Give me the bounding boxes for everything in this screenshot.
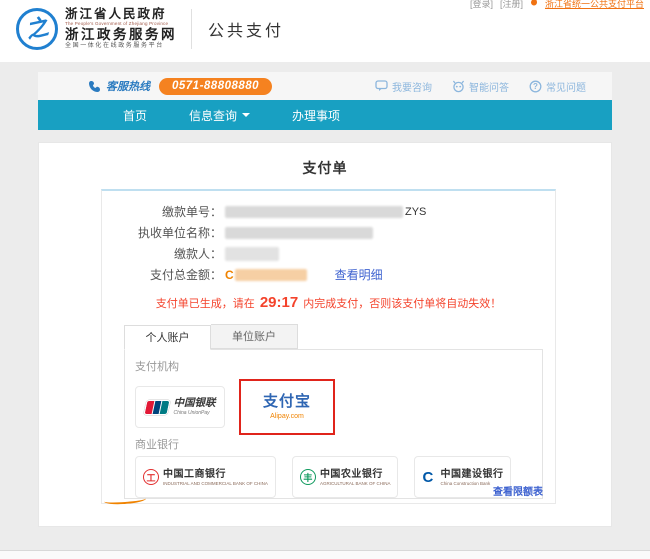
gov-title: 浙江省人民政府 (65, 8, 177, 21)
faq-link[interactable]: ? 常见问题 (529, 79, 586, 94)
flame-icon (530, 0, 538, 6)
banks-label: 商业银行 (135, 436, 532, 452)
chevron-down-icon (242, 113, 250, 117)
method-unionpay[interactable]: 中国银联 China UnionPay (135, 386, 225, 428)
field-label: 缴款单号： (102, 203, 222, 220)
bank-name: 中国建设银行 (440, 469, 503, 481)
payment-card: 支付单 缴款单号： ZYS 执收单位名称： 缴款人： 支付总金额： (38, 142, 612, 527)
register-link[interactable]: [注册] (500, 0, 523, 10)
top-links: [登录] [注册] 浙江省统一公共支付平台 (470, 0, 644, 10)
phone-icon (88, 80, 101, 93)
main-nav: 首页 信息查询 办理事项 (38, 100, 612, 130)
nav-item-info-query[interactable]: 信息查询 (176, 107, 263, 124)
method-caption: China UnionPay (174, 410, 216, 416)
bank-icbc[interactable]: 工 中国工商银行 INDUSTRIAL AND COMMERCIAL BANK … (135, 456, 276, 498)
redacted-value (225, 227, 373, 239)
tab-personal-account[interactable]: 个人账户 (124, 325, 211, 350)
nav-item-home[interactable]: 首页 (110, 107, 160, 124)
brand-text: 浙江省人民政府 The People's Government of Zheji… (65, 8, 177, 49)
content-wrapper: 客服热线 0571-88808880 我要咨询 智能问答 (38, 72, 612, 527)
page-title: 公共支付 (208, 17, 284, 41)
bank-name: 中国工商银行 (163, 469, 268, 481)
unionpay-flag-icon (143, 400, 170, 415)
redacted-amount (235, 269, 307, 281)
consult-label: 我要咨询 (392, 79, 432, 94)
portal-title: 浙江政务服务网 (65, 28, 177, 42)
portal-tagline: 全国一体化在线政务服务平台 (65, 43, 177, 49)
bank-caption: AGRICULTURAL BANK OF CHINA (320, 481, 391, 486)
login-link[interactable]: [登录] (470, 0, 493, 10)
field-row-payer: 缴款人： (102, 243, 555, 264)
method-name: 中国银联 (174, 398, 216, 410)
chat-bubble-icon (375, 80, 388, 92)
banks-row: 工 中国工商银行 INDUSTRIAL AND COMMERCIAL BANK … (135, 456, 532, 498)
alipay-swoosh-icon (104, 495, 146, 506)
hot-link[interactable]: 浙江省统一公共支付平台 (545, 0, 644, 10)
horizontal-scrollbar[interactable] (0, 550, 650, 559)
hotline-label: 客服热线 (106, 78, 150, 94)
hotline-number: 0571-88808880 (159, 78, 272, 95)
redacted-value (225, 247, 279, 261)
field-row-bill-number: 缴款单号： ZYS (102, 201, 555, 222)
zhejiang-gov-emblem-icon: 之 (16, 8, 58, 50)
svg-text:?: ? (533, 82, 538, 91)
view-limit-table-link[interactable]: 查看限额表 (493, 483, 543, 498)
field-label: 执收单位名称： (102, 224, 222, 241)
header-divider (191, 9, 192, 49)
redacted-value (225, 206, 403, 218)
method-alipay-selected[interactable]: 支付宝 Alipay.com (239, 379, 335, 435)
faq-label: 常见问题 (546, 79, 586, 94)
institutions-label: 支付机构 (135, 358, 532, 374)
account-tabs: 个人账户 单位账户 (124, 324, 555, 349)
field-row-collection-unit: 执收单位名称： (102, 222, 555, 243)
site-header: 之 浙江省人民政府 The People's Government of Zhe… (0, 0, 650, 62)
consult-link[interactable]: 我要咨询 (375, 79, 432, 94)
hotline-bar: 客服热线 0571-88808880 我要咨询 智能问答 (38, 72, 612, 100)
icbc-logo-icon: 工 (143, 469, 159, 485)
payment-panel: 缴款单号： ZYS 执收单位名称： 缴款人： 支付总金额： C 查看 (101, 189, 556, 504)
tab-unit-account[interactable]: 单位账户 (211, 324, 298, 349)
method-caption: Alipay.com (270, 413, 304, 420)
question-circle-icon: ? (529, 80, 542, 93)
bank-caption: INDUSTRIAL AND COMMERCIAL BANK OF CHINA (163, 481, 268, 486)
abc-logo-icon: 丰 (300, 469, 316, 485)
field-row-total-amount: 支付总金额： C 查看明细 (102, 264, 555, 285)
hotline-links: 我要咨询 智能问答 ? 常见问题 (375, 79, 586, 94)
field-label: 缴款人： (102, 245, 222, 262)
robot-icon (452, 80, 465, 93)
expiry-warning: 支付单已生成，请在 29:17 内完成支付，否则该支付单将自动失效！ (102, 294, 555, 311)
alipay-logo: 支付宝 (263, 394, 311, 411)
payment-title: 支付单 (39, 143, 611, 178)
nav-item-handle-matters[interactable]: 办理事项 (279, 107, 353, 124)
payment-methods-panel: 支付机构 中国银联 China UnionPay 支付宝 (124, 349, 543, 499)
institutions-row: 中国银联 China UnionPay 支付宝 Alipay.com (135, 378, 532, 436)
bill-number-suffix: ZYS (405, 206, 426, 218)
countdown-timer: 29:17 (258, 294, 300, 311)
smart-qa-label: 智能问答 (469, 79, 509, 94)
smart-qa-link[interactable]: 智能问答 (452, 79, 509, 94)
currency-mark: C (225, 268, 234, 282)
field-label: 支付总金额： (102, 266, 222, 283)
bank-abc[interactable]: 丰 中国农业银行 AGRICULTURAL BANK OF CHINA (292, 456, 399, 498)
bank-name: 中国农业银行 (320, 469, 391, 481)
view-detail-link[interactable]: 查看明细 (335, 266, 383, 283)
ccb-logo-icon: C (422, 469, 436, 486)
